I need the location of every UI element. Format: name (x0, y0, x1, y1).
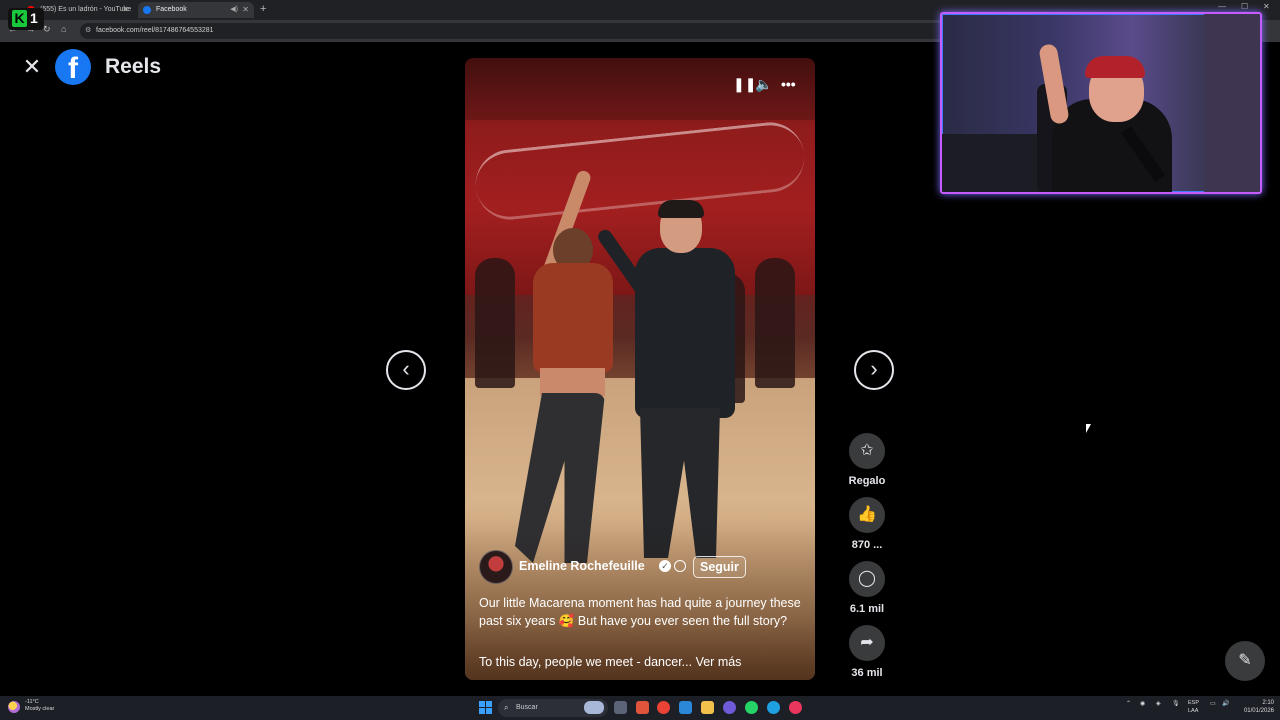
tab-title: (555) Es un ladrón - YouTube (40, 6, 132, 13)
input-language[interactable]: ESP LAA (1188, 699, 1199, 715)
see-more-link[interactable]: Ver más (696, 655, 742, 669)
comment-bubble-icon[interactable]: ◯ (849, 561, 885, 597)
maximize-icon[interactable]: ☐ (1241, 2, 1248, 11)
task-view-icon[interactable] (614, 701, 627, 714)
facebook-logo-icon[interactable]: f (55, 49, 91, 85)
speaker-icon[interactable]: ◀) (230, 2, 238, 18)
file-explorer-icon[interactable] (701, 701, 714, 714)
avatar[interactable] (479, 550, 513, 584)
globe-icon (674, 560, 686, 572)
facebook-favicon-icon (143, 6, 151, 14)
minimize-icon[interactable]: — (1218, 2, 1226, 11)
close-tab-icon[interactable]: ✕ (122, 2, 129, 18)
share-action[interactable]: ➦ 36 mil (845, 625, 889, 679)
share-count: 36 mil (851, 667, 883, 679)
dancer-hair (658, 200, 704, 218)
comment-count: 6.1 mil (849, 603, 885, 615)
overlay-logo-number: 1 (30, 10, 38, 26)
more-options-icon[interactable]: ••• (781, 76, 796, 92)
dancer-body (635, 248, 735, 418)
url-text: facebook.com/reel/817486764553281 (96, 27, 214, 34)
clock-date: 01/01/2026 (1243, 708, 1274, 714)
gift-action[interactable]: ✩ Regalo (845, 433, 889, 487)
close-tab-icon[interactable]: ✕ (242, 2, 249, 18)
like-thumb-icon[interactable]: 👍 (849, 497, 885, 533)
site-info-icon[interactable]: ⚙ (85, 23, 91, 39)
app-icon[interactable] (636, 701, 649, 714)
video-top-shade (465, 58, 815, 128)
previous-reel-button[interactable]: ‹ (386, 350, 426, 390)
taskbar-clock[interactable]: 2:10 01/01/2026 (1238, 699, 1274, 715)
network-icon[interactable]: ▭ (1210, 700, 1216, 707)
app-icon[interactable] (789, 701, 802, 714)
windows-taskbar: -11°C Mostly clear ⌕ Buscar ⌃ ◉ ◈ 🎙 ESP … (0, 696, 1280, 720)
whatsapp-icon[interactable] (745, 701, 758, 714)
volume-icon[interactable]: 🔈 (755, 76, 772, 92)
tab-title: Facebook (156, 6, 187, 13)
home-icon[interactable]: ⌂ (61, 24, 66, 34)
follow-button[interactable]: Seguir (693, 556, 746, 578)
author-name[interactable]: Emeline Rochefeuille (519, 559, 645, 573)
compose-edit-icon[interactable]: ✎ (1225, 641, 1265, 681)
screen: (555) Es un ladrón - YouTube ✕ Facebook … (0, 0, 1280, 720)
video-crowd (475, 258, 515, 388)
mouse-cursor-icon (1086, 424, 1091, 433)
dancer-top (533, 263, 613, 373)
start-button-icon[interactable] (479, 701, 492, 714)
page-title: Reels (105, 55, 162, 78)
tray-app-icon[interactable]: ◉ (1140, 700, 1145, 707)
verified-badge-icon: ✓ (659, 560, 671, 572)
lang-line-1: ESP (1188, 700, 1200, 706)
like-count: 870 ... (851, 539, 883, 551)
speaker-tray-icon[interactable]: 🔊 (1222, 700, 1229, 707)
clock-time: 2:10 (1262, 700, 1274, 706)
overlay-logo-letter: K (12, 10, 27, 27)
new-tab-button[interactable]: + (260, 2, 266, 16)
weather-temp: -11°C (25, 699, 39, 705)
reload-icon[interactable]: ↻ (43, 24, 51, 35)
next-reel-button[interactable]: › (854, 350, 894, 390)
close-window-icon[interactable]: ✕ (1263, 2, 1270, 11)
reel-caption-continued: To this day, people we meet - dancer... … (479, 655, 804, 669)
weather-icon (8, 701, 20, 713)
webcam-door (1204, 14, 1260, 192)
like-action[interactable]: 👍 870 ... (845, 497, 889, 551)
tray-app-icon[interactable]: ◈ (1156, 700, 1161, 707)
lang-line-2: LAA (1188, 708, 1199, 714)
gift-star-icon[interactable]: ✩ (849, 433, 885, 469)
weather-text: -11°C Mostly clear (25, 699, 54, 713)
search-icon: ⌕ (504, 703, 509, 712)
app-icon[interactable] (679, 701, 692, 714)
share-arrow-icon[interactable]: ➦ (849, 625, 885, 661)
search-placeholder: Buscar (516, 704, 538, 711)
taskbar-widget-icon[interactable] (584, 701, 604, 714)
gift-label: Regalo (848, 475, 886, 487)
webcam-person-cap (1085, 56, 1145, 78)
weather-desc: Mostly clear (25, 706, 55, 712)
close-icon[interactable]: ✕ (20, 55, 44, 79)
pause-icon[interactable]: ❚❚ (733, 76, 756, 92)
tab-facebook[interactable]: Facebook ◀) ✕ (138, 2, 254, 18)
reel-caption: Our little Macarena moment has had quite… (479, 596, 801, 628)
edge-icon[interactable] (767, 701, 780, 714)
reel-video[interactable]: ❚❚ 🔈 ••• Emeline Rochefeuille ✓ Seguir O… (465, 58, 815, 680)
chrome-icon[interactable] (657, 701, 670, 714)
dancer-midriff (540, 368, 605, 396)
app-icon[interactable] (723, 701, 736, 714)
author-row: Emeline Rochefeuille ✓ Seguir (479, 550, 809, 584)
video-crowd (755, 258, 795, 388)
webcam-overlay (940, 12, 1262, 194)
stream-overlay-logo: K 1 (8, 8, 44, 30)
tray-chevron-icon[interactable]: ⌃ (1126, 700, 1131, 707)
tray-mic-icon[interactable]: 🎙 (1172, 700, 1180, 707)
comment-action[interactable]: ◯ 6.1 mil (845, 561, 889, 615)
caption-truncated-text: To this day, people we meet - dancer... (479, 655, 693, 669)
